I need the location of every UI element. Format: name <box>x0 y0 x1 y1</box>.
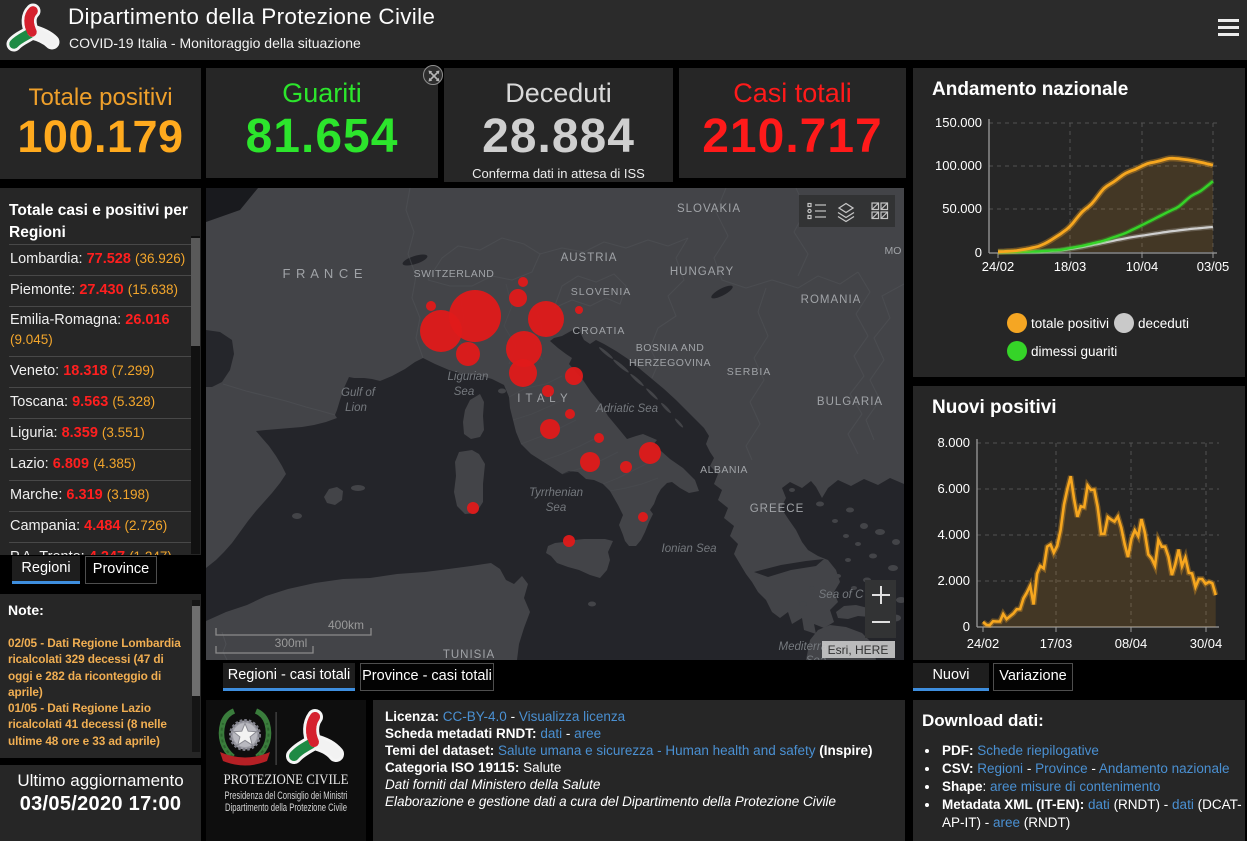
svg-text:24/02: 24/02 <box>982 259 1015 274</box>
svg-text:17/03: 17/03 <box>1040 636 1073 651</box>
svg-text:Dipartimento della Protezione: Dipartimento della Protezione Civile <box>225 802 347 814</box>
svg-text:I T A L Y: I T A L Y <box>517 393 568 405</box>
svg-text:4.000: 4.000 <box>937 527 970 542</box>
svg-text:HUNGARY: HUNGARY <box>670 266 734 278</box>
svg-text:HERZEGOVINA: HERZEGOVINA <box>629 357 711 369</box>
svg-text:Lion: Lion <box>345 402 367 414</box>
svg-text:10/04: 10/04 <box>1126 259 1159 274</box>
svg-text:Tyrrhenian: Tyrrhenian <box>529 487 583 499</box>
svg-text:BOSNIA AND: BOSNIA AND <box>636 342 705 354</box>
svg-text:BULGARIA: BULGARIA <box>817 396 883 408</box>
svg-text:400km: 400km <box>328 618 364 632</box>
svg-text:ALBANIA: ALBANIA <box>700 464 748 476</box>
svg-text:SWITZERLAND: SWITZERLAND <box>414 268 495 280</box>
svg-text:F R A N C E: F R A N C E <box>282 266 363 281</box>
svg-text:Ionian Sea: Ionian Sea <box>662 543 717 555</box>
svg-text:totale positivi: totale positivi <box>1031 316 1109 331</box>
svg-text:150.000: 150.000 <box>935 115 982 130</box>
svg-text:PROTEZIONE CIVILE: PROTEZIONE CIVILE <box>224 772 349 788</box>
svg-text:Gulf of: Gulf of <box>341 387 377 399</box>
svg-text:dimessi guariti: dimessi guariti <box>1031 344 1117 359</box>
svg-text:100.000: 100.000 <box>935 158 982 173</box>
svg-text:CROATIA: CROATIA <box>573 325 626 337</box>
svg-text:6.000: 6.000 <box>937 481 970 496</box>
svg-text:50.000: 50.000 <box>942 201 982 216</box>
svg-text:0: 0 <box>975 245 982 260</box>
svg-text:08/04: 08/04 <box>1115 636 1148 651</box>
svg-text:MO: MO <box>885 245 902 257</box>
svg-text:TUNISIA: TUNISIA <box>443 649 495 660</box>
svg-text:Esri, HERE: Esri, HERE <box>828 643 889 657</box>
svg-text:8.000: 8.000 <box>937 435 970 450</box>
svg-text:SLOVENIA: SLOVENIA <box>571 286 632 298</box>
svg-text:Ligurian: Ligurian <box>448 371 489 383</box>
svg-text:deceduti: deceduti <box>1138 316 1189 331</box>
svg-text:GREECE: GREECE <box>750 503 805 515</box>
svg-text:SERBIA: SERBIA <box>727 366 772 378</box>
svg-text:0: 0 <box>963 619 970 634</box>
svg-text:300ml: 300ml <box>275 636 308 650</box>
svg-text:SLOVAKIA: SLOVAKIA <box>677 203 741 215</box>
svg-text:Adriatic Sea: Adriatic Sea <box>595 403 658 415</box>
svg-text:Sea: Sea <box>454 386 474 398</box>
svg-text:18/03: 18/03 <box>1054 259 1087 274</box>
svg-text:30/04: 30/04 <box>1190 636 1223 651</box>
svg-text:24/02: 24/02 <box>967 636 1000 651</box>
svg-text:Sea of C: Sea of C <box>819 589 864 601</box>
svg-text:03/05: 03/05 <box>1197 259 1230 274</box>
svg-text:Presidenza del Consiglio dei M: Presidenza del Consiglio dei Ministri <box>225 790 348 802</box>
svg-text:2.000: 2.000 <box>937 573 970 588</box>
svg-text:ROMANIA: ROMANIA <box>801 294 862 306</box>
svg-text:Sea: Sea <box>546 502 566 514</box>
svg-text:AUSTRIA: AUSTRIA <box>561 252 618 264</box>
